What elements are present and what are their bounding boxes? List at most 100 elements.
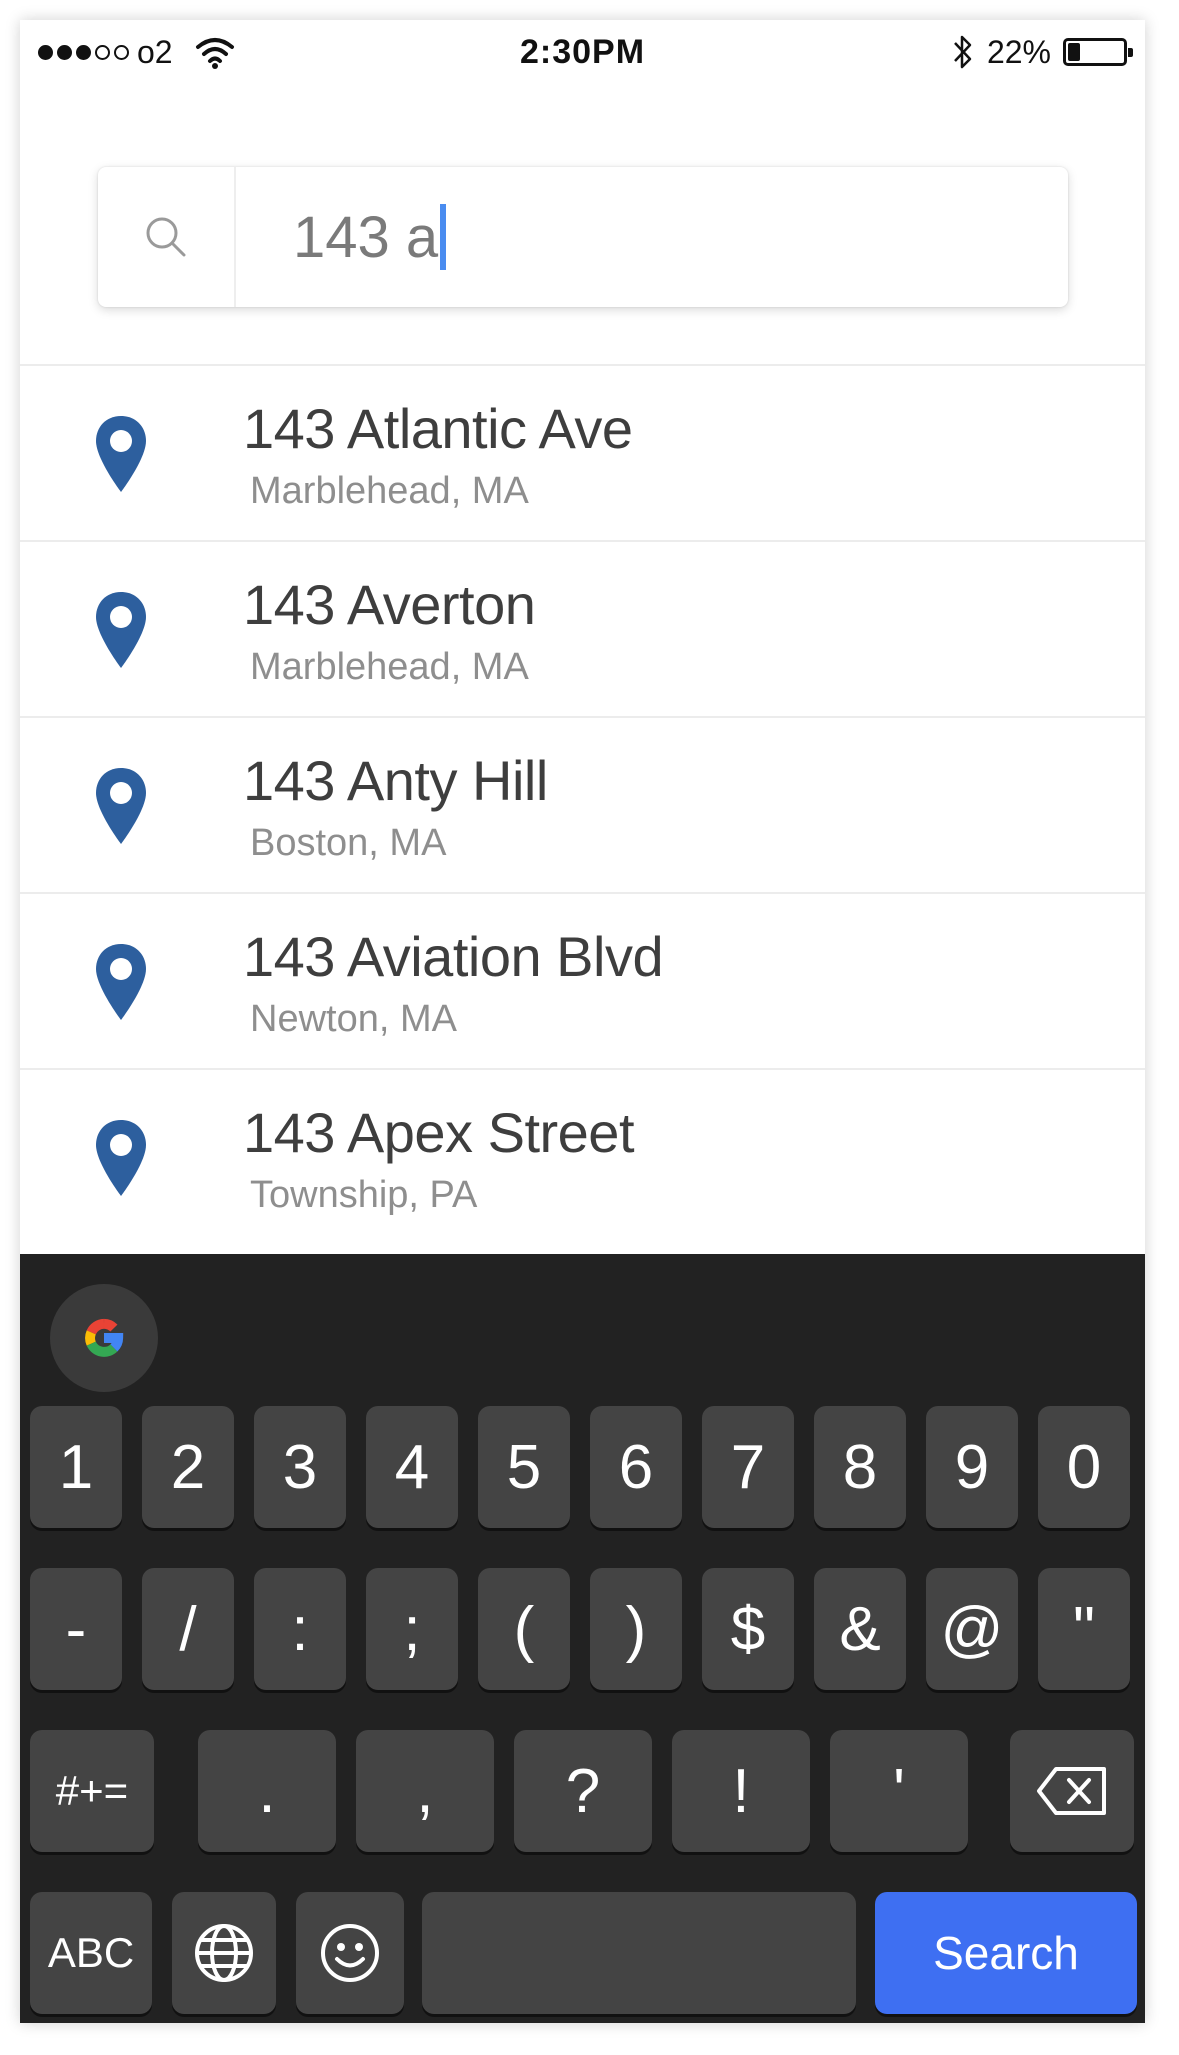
key-minus[interactable]: - (30, 1568, 122, 1690)
globe-icon (195, 1924, 253, 1982)
key-label: ! (732, 1756, 750, 1826)
key-label: Search (933, 1927, 1079, 1979)
location-pin-icon (96, 944, 146, 1020)
key-label: ? (565, 1756, 601, 1826)
battery-level (1068, 43, 1080, 61)
key-colon[interactable]: : (254, 1568, 346, 1690)
result-title: 143 Atlantic Ave (243, 397, 633, 460)
key-open-paren[interactable]: ( (478, 1568, 570, 1690)
key-label: : (291, 1594, 309, 1664)
result-subtitle: Marblehead, MA (250, 470, 529, 512)
key-semicolon[interactable]: ; (366, 1568, 458, 1690)
key-at[interactable]: @ (926, 1568, 1018, 1690)
key-quote[interactable]: " (1038, 1568, 1130, 1690)
location-pin-icon (96, 768, 146, 844)
result-title: 143 Apex Street (243, 1101, 635, 1164)
key-label: ) (625, 1594, 647, 1664)
key-label: 9 (954, 1432, 990, 1502)
key-label: 5 (506, 1432, 542, 1502)
result-item[interactable]: 143 Aviation Blvd Newton, MA (20, 892, 1145, 1068)
key-4[interactable]: 4 (366, 1406, 458, 1528)
key-label: 7 (730, 1432, 766, 1502)
key-dollar[interactable]: $ (702, 1568, 794, 1690)
key-label: 0 (1066, 1432, 1102, 1502)
backspace-key[interactable] (1010, 1730, 1134, 1852)
abc-key[interactable]: ABC (30, 1892, 152, 2014)
key-label: 1 (58, 1432, 94, 1502)
key-8[interactable]: 8 (814, 1406, 906, 1528)
key-label: ( (513, 1594, 535, 1664)
result-item[interactable]: 143 Apex Street Township, PA (20, 1068, 1145, 1244)
key-label: . (258, 1756, 276, 1826)
key-slash[interactable]: / (142, 1568, 234, 1690)
key-0[interactable]: 0 (1038, 1406, 1130, 1528)
result-subtitle: Newton, MA (250, 998, 457, 1040)
search-input-value: 143 a (293, 204, 439, 270)
key-label: @ (940, 1594, 1004, 1664)
location-pin-icon (96, 592, 146, 668)
key-comma[interactable]: , (356, 1730, 494, 1852)
bluetooth-icon (954, 35, 972, 69)
key-label: 3 (282, 1432, 318, 1502)
keyboard: 1 2 3 4 5 6 7 8 9 0 - /:; () $ & @ " #+=.,?! ' ABC Search (20, 1254, 1145, 2023)
key-symbols-toggle[interactable]: #+= (30, 1730, 154, 1852)
result-title: 143 Averton (243, 573, 536, 636)
key-label: ABC (47, 1929, 135, 1976)
search-input[interactable]: 143 a (236, 167, 1068, 307)
key-label: $ (730, 1594, 766, 1664)
location-pin-icon (96, 416, 146, 492)
phone-screen: o2 2:30PM 22% 143 a 143 Atlantic Ave Mar… (20, 20, 1145, 2023)
results-list: 143 Atlantic Ave Marblehead, MA 143 Averto… (20, 364, 1145, 1244)
result-item[interactable]: 143 Averton Marblehead, MA (20, 540, 1145, 716)
search-icon (146, 217, 186, 257)
battery-icon (1063, 38, 1133, 66)
emoji-key[interactable] (296, 1892, 404, 2014)
emoji-icon (321, 1924, 379, 1982)
key-label: #+= (55, 1767, 129, 1814)
key-1[interactable]: 1 (30, 1406, 122, 1528)
key-label: - (65, 1594, 87, 1664)
result-subtitle: Marblehead, MA (250, 646, 529, 688)
result-title: 143 Anty Hill (243, 749, 548, 812)
search-box[interactable]: 143 a (98, 167, 1068, 307)
result-title: 143 Aviation Blvd (243, 925, 664, 988)
key-close-paren[interactable]: ) (590, 1568, 682, 1690)
key-9[interactable]: 9 (926, 1406, 1018, 1528)
key-6[interactable]: 6 (590, 1406, 682, 1528)
key-label: 2 (170, 1432, 206, 1502)
key-label: 8 (842, 1432, 878, 1502)
location-pin-icon (96, 1120, 146, 1196)
globe-key[interactable] (172, 1892, 276, 2014)
result-item[interactable]: 143 Anty Hill Boston, MA (20, 716, 1145, 892)
result-item[interactable]: 143 Atlantic Ave Marblehead, MA (20, 364, 1145, 540)
battery-percent: 22% (986, 33, 1051, 70)
search-icon-area[interactable] (98, 167, 236, 307)
key-label: & (839, 1594, 881, 1664)
key-period[interactable]: . (198, 1730, 336, 1852)
status-right: 22% (951, 28, 1133, 76)
key-label: ' (893, 1756, 905, 1826)
backspace-icon (1037, 1767, 1106, 1815)
space-key[interactable] (422, 1892, 856, 2014)
key-label: , (416, 1756, 434, 1826)
key-label: 6 (618, 1432, 654, 1502)
text-caret (440, 204, 447, 270)
key-5[interactable]: 5 (478, 1406, 570, 1528)
key-exclamation[interactable]: ! (672, 1730, 810, 1852)
key-ampersand[interactable]: & (814, 1568, 906, 1690)
key-label: 4 (394, 1432, 430, 1502)
key-apostrophe[interactable]: ' (830, 1730, 968, 1852)
key-7[interactable]: 7 (702, 1406, 794, 1528)
result-subtitle: Boston, MA (250, 822, 447, 864)
result-subtitle: Township, PA (250, 1174, 478, 1216)
key-label: ; (403, 1594, 421, 1664)
key-question[interactable]: ? (514, 1730, 652, 1852)
google-g-icon (85, 1318, 124, 1357)
key-label: / (179, 1594, 197, 1664)
key-2[interactable]: 2 (142, 1406, 234, 1528)
google-button[interactable] (50, 1284, 158, 1392)
key-label: " (1072, 1594, 1095, 1664)
status-bar: o2 2:30PM 22% (20, 20, 1145, 84)
search-key[interactable]: Search (875, 1892, 1137, 2014)
key-3[interactable]: 3 (254, 1406, 346, 1528)
